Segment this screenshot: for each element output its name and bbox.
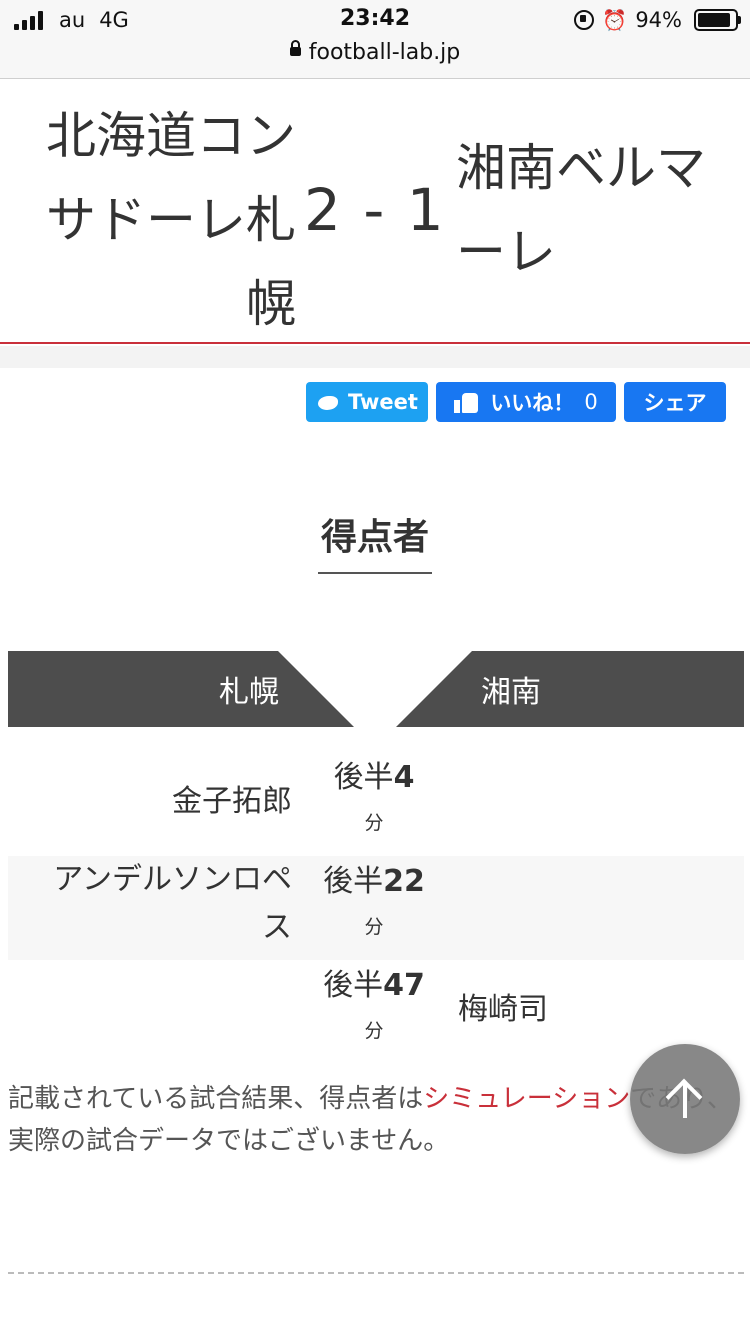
heading-underline [318,572,432,574]
like-count: 0 [584,390,598,414]
scorers-heading: 得点者 [320,517,429,558]
goal-minute: 4 [393,760,415,795]
twitter-bird-icon [316,393,340,411]
alarm-icon: ⏰ [602,8,628,32]
orientation-lock-icon [574,10,595,30]
note-text-before: 記載されている試合結果、得点者は [8,1084,424,1114]
disclaimer-note: 記載されている試合結果、得点者はシミュレーションであり、実際の試合データではござ… [8,1078,738,1162]
banner-home-team: 札幌 [219,675,279,710]
goal-row: 金子拓郎 後半4 分 [8,752,744,856]
share-button[interactable]: シェア [624,382,726,422]
goal-time: 後半22 分 [304,862,444,942]
goal-minute-unit: 分 [364,916,384,938]
goal-time: 後半47 分 [304,966,444,1046]
battery-percent: 94% [635,8,682,32]
away-team-name[interactable]: 湘南ベルマ ーレ [456,126,746,294]
dashed-divider [8,1272,744,1274]
banner-shape [8,651,744,727]
url-text: football-lab.jp [308,40,461,65]
goal-minute-unit: 分 [364,812,384,834]
like-label: いいね！ [490,391,575,415]
arrow-up-stem [683,1082,687,1118]
score-header: 北海道コン サドーレ札幌 2 - 1 湘南ベルマ ーレ [0,80,750,344]
battery-icon [694,9,741,31]
home-scorer[interactable]: 金子拓郎 [8,778,292,826]
thumbs-up-icon [454,391,479,413]
like-button[interactable]: いいね！ 0 [436,382,616,422]
away-scorer[interactable]: 梅崎司 [458,986,744,1034]
goal-minute-unit: 分 [364,1020,384,1042]
simulation-link[interactable]: シミュレーション [423,1084,630,1114]
goal-period: 後半 [323,864,384,899]
status-bar: au 4G 23:42 ⏰ 94% football-lab.jp [0,0,750,79]
banner-away-team: 湘南 [481,675,541,710]
address-bar[interactable]: football-lab.jp [0,39,750,65]
goal-period: 後半 [323,968,384,1003]
home-team-name[interactable]: 北海道コン サドーレ札幌 [14,94,296,346]
goal-minute: 22 [383,864,425,899]
goal-time: 後半4 分 [304,758,444,838]
tweet-button[interactable]: Tweet [306,382,428,422]
goal-period: 後半 [333,760,394,795]
goal-minute: 47 [383,968,425,1003]
tweet-label: Tweet [348,390,418,414]
team-banner: 札幌 湘南 [8,651,744,727]
goal-row: アンデルソンロペス 後半22 分 [8,856,744,960]
home-scorer[interactable]: アンデルソンロペス [8,856,292,952]
match-score: 2 - 1 [304,176,446,244]
share-label: シェア [643,391,707,415]
status-right: ⏰ 94% [574,8,741,32]
scroll-to-top-button[interactable] [630,1044,740,1154]
divider-strip [0,346,750,368]
lock-icon [289,39,301,56]
goal-row: 後半47 分 梅崎司 [8,960,744,1064]
